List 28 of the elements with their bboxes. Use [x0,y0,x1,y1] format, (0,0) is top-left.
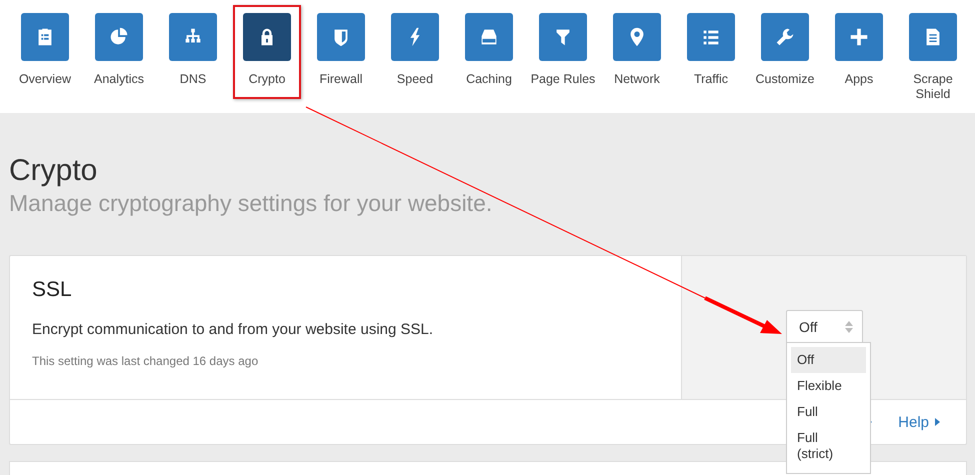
nav-item[interactable]: Caching [452,0,526,113]
card-title: SSL [32,278,73,302]
caret-icon [935,418,940,426]
nav-item[interactable]: Customize [748,0,822,113]
wrench-icon [774,26,796,48]
nav-item[interactable]: Apps [822,0,896,113]
ssl-select[interactable]: Off [786,310,863,344]
dropdown-option[interactable]: Full (strict) [791,425,863,467]
help-link[interactable]: Help [898,414,940,430]
dropdown-option[interactable]: Flexible [791,373,863,399]
last-changed-note: This setting was last changed 16 days ago [32,354,260,368]
nav-item[interactable]: Speed [378,0,452,113]
nav-item[interactable]: Crypto [230,0,304,113]
nav-item[interactable]: Firewall [304,0,378,113]
plus-icon [848,26,870,48]
nav-item[interactable]: Traffic [674,0,748,113]
page-title: Crypto [9,153,98,189]
nav-item[interactable]: Overview [8,0,82,113]
nav-item[interactable]: Page Rules [526,0,600,113]
nav-item[interactable]: Network [600,0,674,113]
sort-arrows-icon [845,321,853,333]
dropdown-option[interactable]: Off [791,347,866,373]
page-subtitle: Manage cryptography settings for your website. [9,189,494,217]
nav-item[interactable]: DNS [156,0,230,113]
card-description: Encrypt communication to and from your website using SSL. [32,321,434,338]
nav-item[interactable]: Scrape Shield [896,0,970,113]
dropdown-option[interactable]: Full [791,399,863,425]
nav-item[interactable]: Analytics [82,0,156,113]
